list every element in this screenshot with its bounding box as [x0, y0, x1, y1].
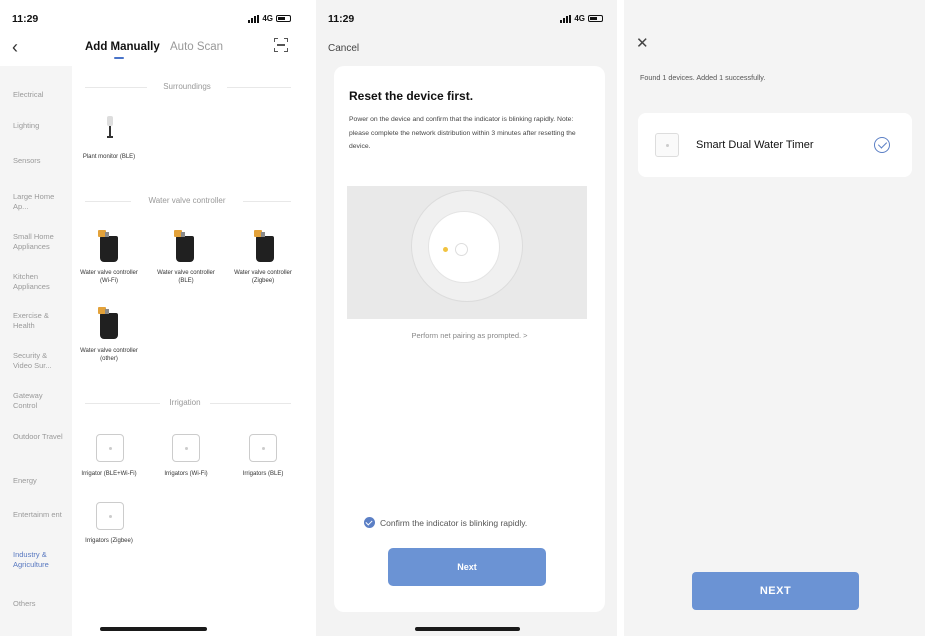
cancel-button[interactable]: Cancel [328, 43, 359, 54]
back-chevron-icon[interactable]: ‹ [12, 38, 18, 56]
close-icon[interactable]: ✕ [636, 34, 649, 52]
divider [85, 403, 160, 404]
scan-qr-icon[interactable] [274, 38, 288, 52]
reset-button-icon [455, 243, 468, 256]
status-bar: 11:29 4G [328, 13, 603, 27]
sidebar-item-outdoor-travel[interactable]: Outdoor Travel [13, 432, 68, 442]
tab-add-manually[interactable]: Add Manually [85, 41, 160, 53]
battery-icon [276, 15, 291, 22]
category-sidebar: Electrical Lighting Sensors Large Home A… [0, 66, 72, 636]
status-icons: 4G [248, 14, 291, 23]
sidebar-item-others[interactable]: Others [13, 599, 68, 609]
device-valve-ble[interactable]: Water valve controller (BLE) [157, 269, 215, 285]
sidebar-item-lighting[interactable]: Lighting [13, 121, 68, 131]
device-ring [411, 190, 523, 302]
success-check-icon [874, 137, 890, 153]
section-heading-valve: Water valve controller [148, 196, 226, 205]
network-label: 4G [574, 14, 585, 23]
network-label: 4G [262, 14, 273, 23]
active-tab-underline [114, 57, 124, 59]
device-illustration [347, 186, 587, 319]
valve-other-image[interactable] [98, 307, 122, 339]
device-irrigators-ble[interactable]: Irrigators (BLE) [234, 470, 292, 478]
valve-zigbee-image[interactable] [254, 230, 278, 262]
next-button[interactable]: NEXT [692, 572, 859, 610]
valve-ble-image[interactable] [174, 230, 198, 262]
divider [243, 201, 291, 202]
reset-instructions: Power on the device and confirm that the… [349, 116, 576, 150]
result-summary: Found 1 devices. Added 1 successfully. [640, 73, 766, 82]
signal-icon [560, 14, 572, 23]
device-valve-wifi[interactable]: Water valve controller (Wi-Fi) [80, 269, 138, 285]
irrigator-blewifi-image[interactable] [96, 434, 124, 462]
section-heading-irrigation: Irrigation [169, 398, 201, 407]
device-valve-zigbee[interactable]: Water valve controller (Zigbee) [234, 269, 292, 285]
device-valve-other[interactable]: Water valve controller (other) [80, 347, 138, 363]
device-thumbnail [655, 133, 679, 157]
status-time: 11:29 [328, 13, 355, 25]
home-indicator [415, 627, 520, 631]
sidebar-item-gateway-control[interactable]: Gateway Control [13, 391, 68, 410]
divider [85, 87, 147, 88]
plant-monitor-image[interactable] [105, 116, 115, 146]
divider [227, 87, 291, 88]
device-name: Smart Dual Water Timer [696, 139, 814, 151]
irrigators-ble-image[interactable] [249, 434, 277, 462]
device-irrigators-zigbee[interactable]: Irrigators (Zigbee) [80, 537, 138, 545]
divider [85, 201, 131, 202]
device-irrigators-wifi[interactable]: Irrigators (Wi-Fi) [157, 470, 215, 478]
net-pairing-link[interactable]: Perform net pairing as prompted. > [334, 331, 605, 340]
checkbox-checked-icon[interactable] [364, 517, 375, 528]
sidebar-item-small-home-appliances[interactable]: Small Home Appliances [13, 232, 68, 251]
device-added-screen: ✕ Found 1 devices. Added 1 successfully.… [624, 0, 925, 636]
sidebar-item-electrical[interactable]: Electrical [13, 90, 68, 100]
section-heading-surroundings: Surroundings [163, 82, 211, 91]
status-time: 11:29 [12, 13, 39, 25]
tab-auto-scan[interactable]: Auto Scan [170, 41, 223, 53]
indicator-light-icon [443, 247, 448, 252]
sidebar-item-entertainment[interactable]: Entertainm ent [13, 510, 68, 520]
sidebar-item-security-video[interactable]: Security & Video Sur... [13, 351, 68, 370]
sidebar-item-large-home-appliances[interactable]: Large Home Ap... [13, 192, 68, 211]
sidebar-item-industry-agriculture[interactable]: Industry & Agriculture [13, 550, 68, 569]
sidebar-item-kitchen-appliances[interactable]: Kitchen Appliances [13, 272, 68, 291]
battery-icon [588, 15, 603, 22]
signal-icon [248, 14, 260, 23]
device-plant-monitor[interactable]: Plant monitor (BLE) [80, 153, 138, 161]
device-card[interactable]: Smart Dual Water Timer [638, 113, 912, 177]
confirm-label[interactable]: Confirm the indicator is blinking rapidl… [380, 518, 527, 528]
home-indicator [100, 627, 207, 631]
divider [210, 403, 291, 404]
add-device-screen: 11:29 4G ‹ Add Manually Auto Scan Electr… [0, 0, 305, 636]
next-button[interactable]: Next [388, 548, 546, 586]
irrigators-zigbee-image[interactable] [96, 502, 124, 530]
confirm-checkbox[interactable]: Confirm the indicator is blinking rapidl… [364, 517, 527, 528]
sidebar-item-exercise-health[interactable]: Exercise & Health [13, 311, 68, 330]
device-face [428, 211, 500, 283]
reset-card: Reset the device first. Power on the dev… [334, 66, 605, 612]
device-irrigator-blewifi[interactable]: Irrigator (BLE+Wi-Fi) [80, 470, 138, 478]
status-bar: 11:29 4G [12, 13, 291, 27]
sidebar-item-sensors[interactable]: Sensors [13, 156, 68, 166]
valve-wifi-image[interactable] [98, 230, 122, 262]
irrigators-wifi-image[interactable] [172, 434, 200, 462]
status-icons: 4G [560, 14, 603, 23]
page-title: Reset the device first. [349, 89, 474, 103]
sidebar-item-energy[interactable]: Energy [13, 476, 68, 486]
reset-device-screen: 11:29 4G Cancel Reset the device first. … [316, 0, 617, 636]
